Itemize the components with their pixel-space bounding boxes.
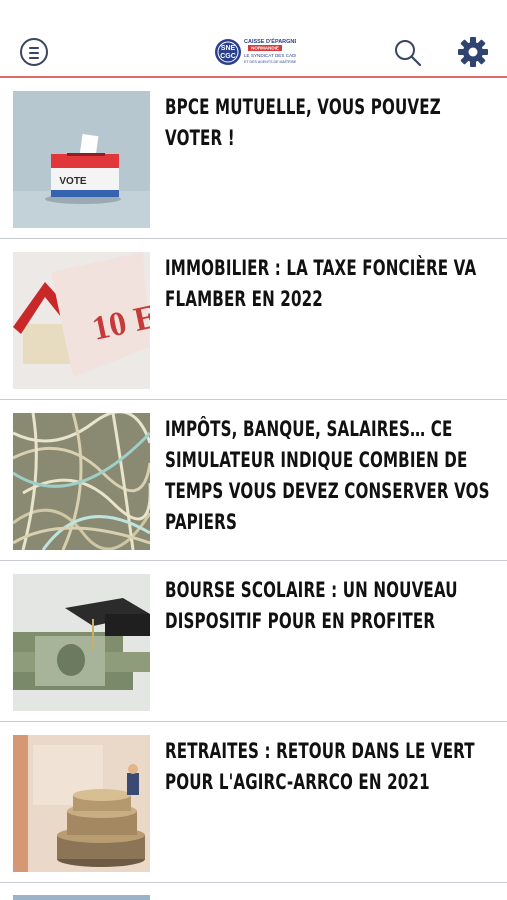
search-icon[interactable]: [393, 38, 423, 68]
next-article-peek[interactable]: [0, 883, 507, 900]
sne-cgc-logo: SNE CGC CAISSE D'ÉPARGNE NORMANDIE LE SY…: [215, 37, 296, 65]
svg-text:LE SYNDICAT DES CADRES: LE SYNDICAT DES CADRES: [244, 53, 296, 58]
app-header: SNE CGC CAISSE D'ÉPARGNE NORMANDIE LE SY…: [0, 0, 507, 78]
article-item[interactable]: RETRAITES : RETOUR DANS LE VERT POUR L'A…: [0, 722, 507, 883]
coins-stack-image: [13, 735, 150, 872]
svg-text:CAISSE D'ÉPARGNE: CAISSE D'ÉPARGNE: [244, 37, 296, 45]
article-title: BOURSE SCOLAIRE : UN NOUVEAU DISPOSITIF …: [165, 578, 458, 633]
house-euro-image: 10 EUR: [13, 252, 150, 389]
svg-text:NORMANDIE: NORMANDIE: [251, 46, 279, 51]
article-item[interactable]: VOTE BPCE MUTUELLE, VOUS POUVEZ VOTER !: [0, 78, 507, 239]
graduation-cap-money-image: [13, 574, 150, 711]
article-title: IMMOBILIER : LA TAXE FONCIÈRE VA FLAMBER…: [165, 256, 477, 311]
article-title: IMPÔTS, BANQUE, SALAIRES… CE SIMULATEUR …: [165, 417, 490, 534]
article-item[interactable]: 10 EUR IMMOBILIER : LA TAXE FONCIÈRE VA …: [0, 239, 507, 400]
ballot-box-image: VOTE: [13, 91, 150, 228]
article-thumbnail-peek: [13, 895, 150, 900]
menu-icon[interactable]: [20, 38, 48, 66]
article-title: BPCE MUTUELLE, VOUS POUVEZ VOTER !: [165, 95, 441, 150]
svg-text:CGC: CGC: [220, 53, 236, 60]
article-item[interactable]: BOURSE SCOLAIRE : UN NOUVEAU DISPOSITIF …: [0, 561, 507, 722]
shredded-paper-image: [13, 413, 150, 550]
ballot-box-label: VOTE: [59, 176, 87, 187]
svg-text:SNE: SNE: [221, 45, 236, 52]
article-item[interactable]: IMPÔTS, BANQUE, SALAIRES… CE SIMULATEUR …: [0, 400, 507, 561]
svg-text:ET DES AGENTS DE MAÎTRISE: ET DES AGENTS DE MAÎTRISE: [244, 60, 296, 64]
gear-icon[interactable]: [457, 36, 489, 68]
article-title: RETRAITES : RETOUR DANS LE VERT POUR L'A…: [165, 739, 475, 794]
article-list: VOTE BPCE MUTUELLE, VOUS POUVEZ VOTER ! …: [0, 78, 507, 883]
